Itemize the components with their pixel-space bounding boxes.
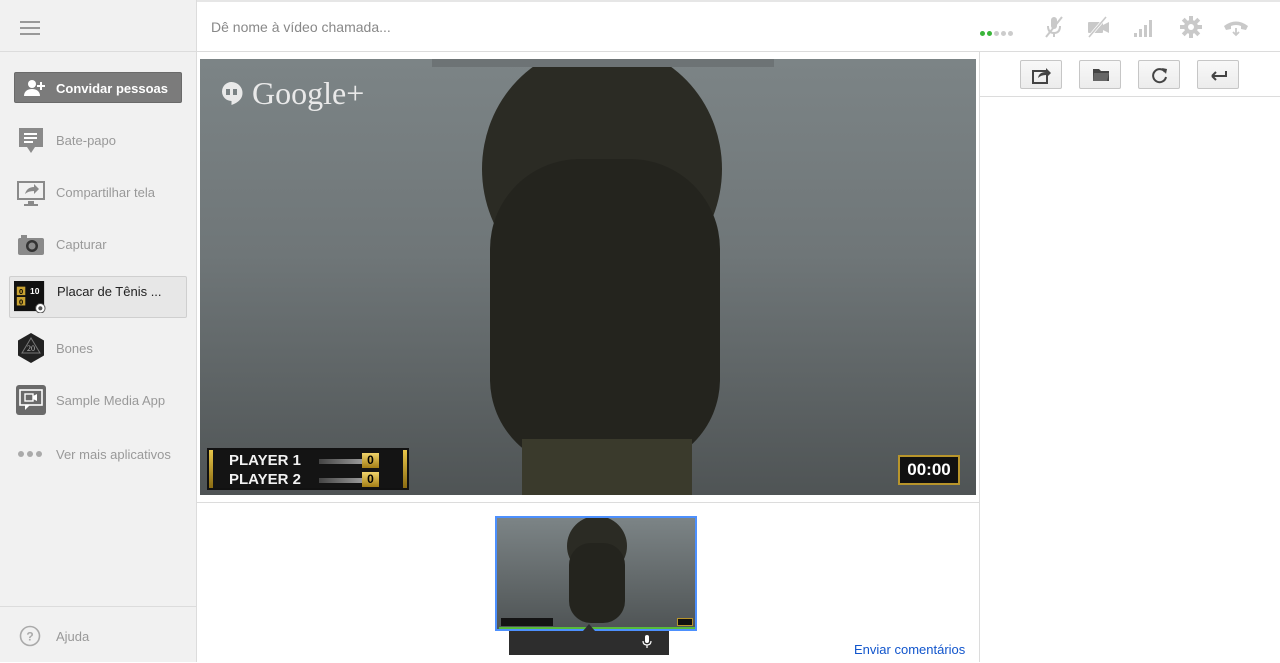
screen-share-icon bbox=[17, 181, 45, 206]
add-person-icon bbox=[24, 80, 45, 96]
audio-level-bar bbox=[499, 627, 695, 629]
help-question-icon: ? bbox=[19, 625, 41, 647]
hangouts-logo-icon bbox=[222, 82, 243, 105]
svg-text:20: 20 bbox=[27, 344, 35, 353]
left-sidebar: Convidar pessoas Bate-papo Compartilhar … bbox=[0, 0, 197, 662]
sidebar-item-label: Sample Media App bbox=[56, 393, 166, 408]
thumbnail-scoreboard bbox=[501, 618, 553, 626]
camera-off-icon[interactable] bbox=[1085, 14, 1111, 40]
svg-text:0: 0 bbox=[19, 298, 23, 307]
call-name-input[interactable] bbox=[209, 12, 633, 42]
camera-icon bbox=[18, 235, 44, 255]
app-thumb-score: 10 bbox=[30, 286, 40, 296]
player-1-name: PLAYER 1 bbox=[229, 452, 301, 469]
sidebar-item-label: Bate-papo bbox=[56, 133, 116, 148]
chat-icon bbox=[19, 128, 43, 153]
help-button[interactable]: ? Ajuda bbox=[0, 606, 196, 663]
sidebar-item-screen-share[interactable]: Compartilhar tela bbox=[9, 171, 187, 213]
hang-up-icon[interactable] bbox=[1223, 14, 1249, 40]
thumbnail-caret bbox=[583, 624, 595, 631]
sidebar-item-capture[interactable]: Capturar bbox=[9, 223, 187, 265]
participant-silhouette bbox=[432, 59, 774, 495]
app-side-panel bbox=[979, 52, 1280, 662]
more-dots-icon bbox=[18, 451, 42, 457]
media-app-icon bbox=[16, 385, 46, 415]
sidebar-item-label: Bones bbox=[56, 341, 93, 356]
google-plus-brand: Google+ bbox=[252, 75, 365, 111]
svg-text:0: 0 bbox=[19, 287, 23, 296]
microphone-icon bbox=[642, 635, 652, 648]
svg-text:?: ? bbox=[26, 630, 33, 644]
player-2-score: 0 bbox=[362, 472, 379, 487]
settings-gear-icon[interactable] bbox=[1178, 14, 1204, 40]
app-panel-toolbar bbox=[980, 52, 1280, 97]
sidebar-item-chat[interactable]: Bate-papo bbox=[9, 119, 187, 161]
hamburger-menu-icon[interactable] bbox=[20, 21, 40, 35]
thumbnail-timer bbox=[677, 618, 693, 626]
back-arrow-icon bbox=[1211, 71, 1227, 81]
back-button[interactable] bbox=[1197, 60, 1239, 89]
top-bar bbox=[197, 2, 1280, 52]
invite-people-label: Convidar pessoas bbox=[56, 81, 168, 96]
tennis-scoreboard-overlay: PLAYER 1 PLAYER 2 0 0 bbox=[207, 448, 409, 490]
player-1-score: 0 bbox=[362, 453, 379, 468]
menu-row bbox=[0, 2, 196, 52]
sidebar-item-tennis-scoreboard[interactable]: 0 0 10 Placar de Tênis ... bbox=[9, 276, 187, 318]
sidebar-item-bones[interactable]: 20 Bones bbox=[9, 327, 187, 369]
share-button[interactable] bbox=[1020, 60, 1062, 89]
bones-d20-icon: 20 bbox=[18, 333, 44, 363]
invite-people-button[interactable]: Convidar pessoas bbox=[14, 72, 182, 103]
open-folder-button[interactable] bbox=[1079, 60, 1121, 89]
player-2-row: PLAYER 2 bbox=[229, 471, 379, 489]
sidebar-item-label: Capturar bbox=[56, 237, 107, 252]
participant-thumbnail[interactable] bbox=[495, 516, 697, 631]
folder-icon bbox=[1093, 69, 1109, 81]
thumbnail-silhouette bbox=[567, 518, 627, 623]
sidebar-item-label: Compartilhar tela bbox=[56, 185, 155, 200]
refresh-button[interactable] bbox=[1138, 60, 1180, 89]
signal-strength-icon[interactable] bbox=[1131, 14, 1157, 40]
sidebar-item-more-apps[interactable]: Ver mais aplicativos bbox=[9, 433, 187, 475]
mic-muted-icon[interactable] bbox=[1041, 14, 1067, 40]
sidebar-item-label: Placar de Tênis ... bbox=[57, 284, 162, 299]
filmstrip-divider bbox=[197, 502, 979, 503]
player-2-name: PLAYER 2 bbox=[229, 471, 301, 488]
sidebar-item-sample-media-app[interactable]: Sample Media App bbox=[9, 379, 187, 421]
player-1-row: PLAYER 1 bbox=[229, 452, 379, 470]
match-timer: 00:00 bbox=[898, 455, 960, 485]
sidebar-item-label: Ver mais aplicativos bbox=[56, 447, 171, 462]
main-video-feed: Google+ PLAYER 1 PLAYER 2 0 0 00:00 bbox=[200, 59, 976, 495]
refresh-icon bbox=[1152, 68, 1167, 84]
connection-status-dots bbox=[980, 23, 1015, 36]
help-label: Ajuda bbox=[56, 629, 90, 644]
send-feedback-link[interactable]: Enviar comentários bbox=[854, 642, 965, 657]
tennis-scoreboard-app-icon: 0 0 10 bbox=[14, 281, 46, 313]
share-icon bbox=[1032, 68, 1051, 84]
